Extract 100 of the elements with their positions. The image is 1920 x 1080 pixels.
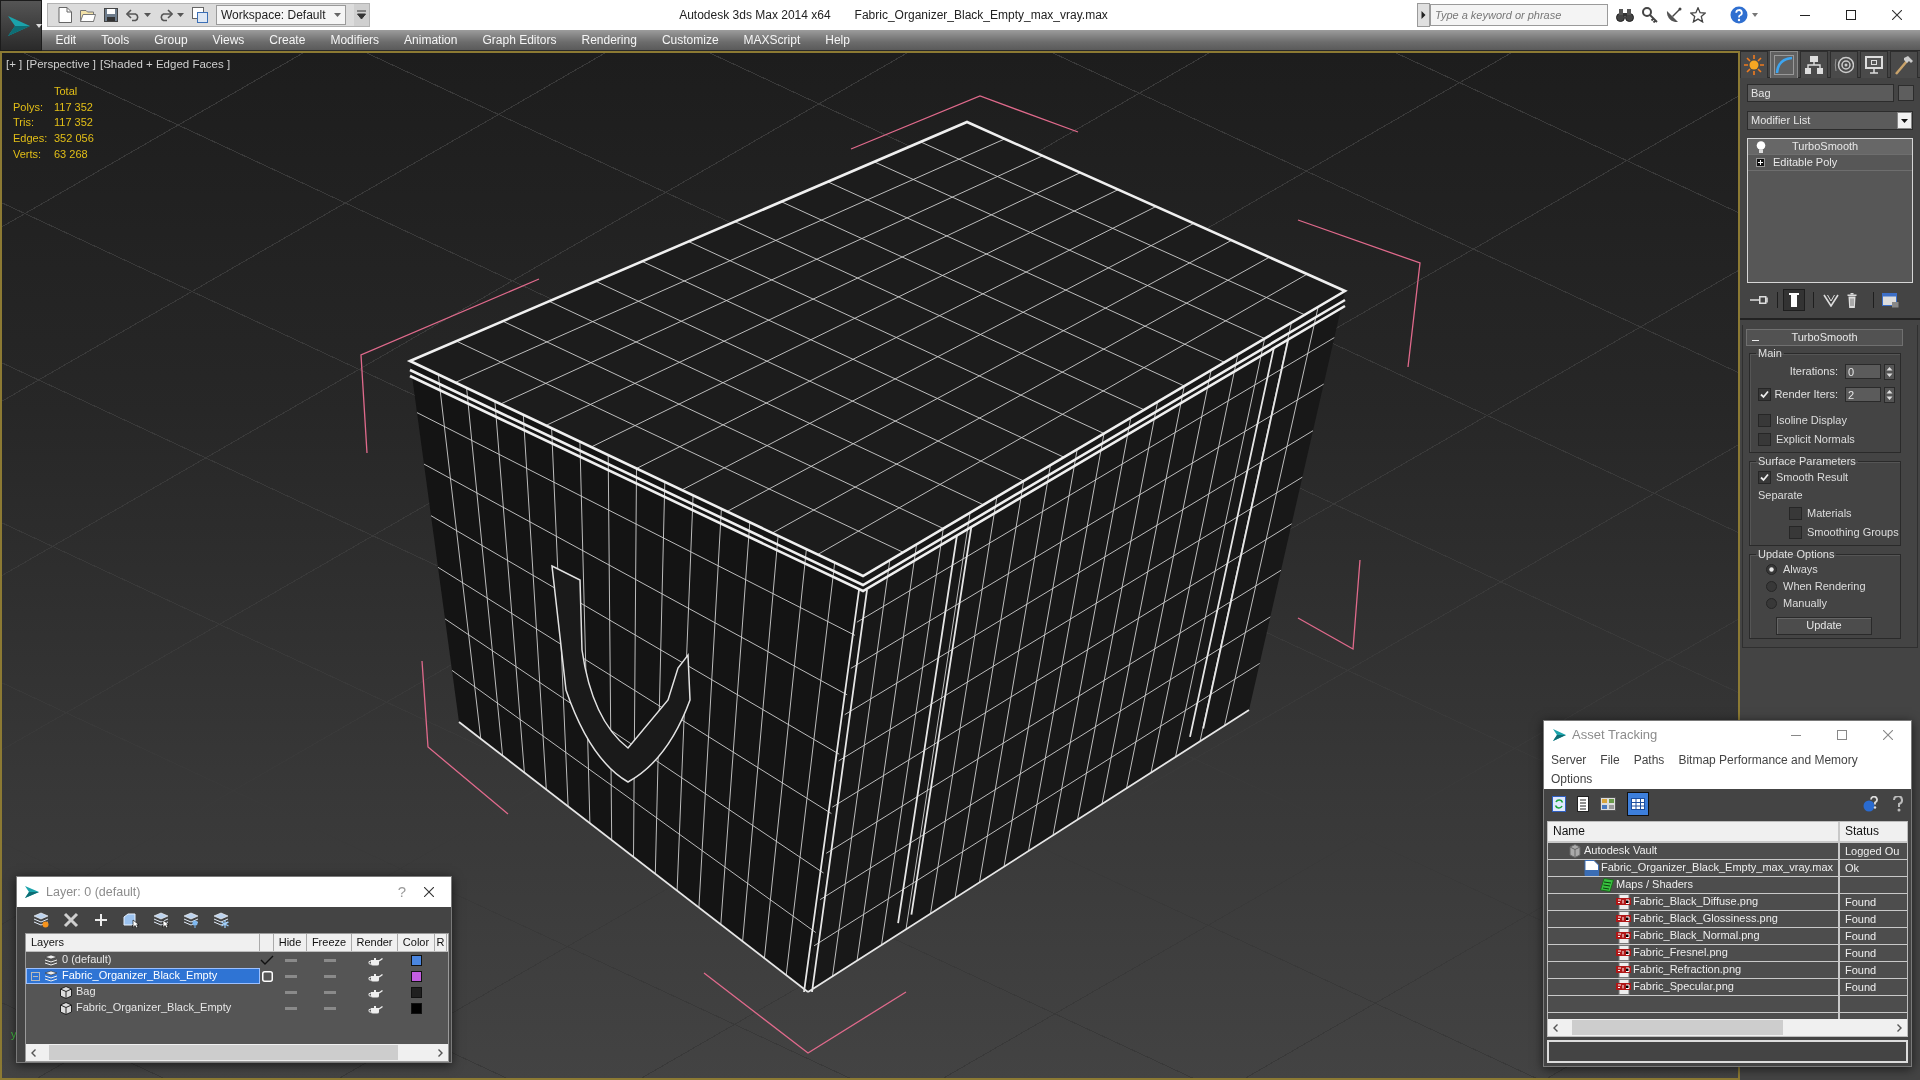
- update-button[interactable]: Update: [1776, 617, 1872, 635]
- undo-icon[interactable]: [126, 8, 140, 22]
- close-icon[interactable]: [424, 887, 434, 897]
- key-icon[interactable]: [1642, 7, 1658, 23]
- menu-item[interactable]: Graph Editors: [469, 30, 569, 50]
- checkbox[interactable]: [1758, 471, 1771, 484]
- tree-item[interactable]: Maps / Shaders: [1548, 877, 1840, 893]
- spinner-arrows-icon[interactable]: [1884, 363, 1895, 380]
- close-icon[interactable]: [1892, 10, 1902, 20]
- redo-icon[interactable]: [159, 8, 173, 22]
- menu-item[interactable]: Customize: [649, 30, 732, 50]
- tree-item[interactable]: Fabric_Fresnel.png: [1548, 945, 1840, 961]
- checkbox[interactable]: [1758, 414, 1771, 427]
- maximize-icon[interactable]: [1846, 10, 1856, 20]
- caret-icon[interactable]: [177, 13, 184, 17]
- menu-item[interactable]: Options: [1551, 771, 1593, 788]
- help-icon[interactable]: [1890, 796, 1906, 812]
- cube-cursor-icon[interactable]: [123, 912, 139, 928]
- menu-item[interactable]: Views: [200, 30, 257, 50]
- column-header[interactable]: Status: [1840, 822, 1880, 841]
- panel-tab[interactable]: [1740, 51, 1768, 78]
- modifier-list-dropdown[interactable]: Modifier List: [1747, 111, 1913, 130]
- star-icon[interactable]: [1690, 7, 1706, 23]
- scroll-right-icon[interactable]: [1897, 1023, 1902, 1032]
- pillar-icon[interactable]: [1783, 289, 1805, 311]
- tree-item[interactable]: Fabric_Black_Diffuse.png: [1548, 894, 1840, 910]
- window-icon[interactable]: [1882, 292, 1899, 308]
- object-name-field[interactable]: Bag: [1747, 84, 1894, 102]
- column-header[interactable]: Render: [352, 934, 398, 951]
- tree-item[interactable]: Fabric_Black_Normal.png: [1548, 928, 1840, 944]
- layer-item[interactable]: Fabric_Organizer_Black_Empty: [26, 968, 260, 984]
- checkbox[interactable]: [1789, 526, 1802, 539]
- rollout-header[interactable]: TurboSmooth: [1746, 329, 1903, 346]
- tree-item[interactable]: Fabric_Refraction.png: [1548, 962, 1840, 978]
- color-swatch-icon[interactable]: [411, 986, 422, 998]
- refresh-icon[interactable]: [1552, 796, 1566, 812]
- viewport-menu-label[interactable]: [+ ]: [6, 58, 23, 72]
- column-header[interactable]: Name: [1548, 822, 1840, 841]
- radio-button[interactable]: [1766, 564, 1777, 575]
- trash-icon[interactable]: [1847, 292, 1857, 308]
- layers-badge-icon[interactable]: [33, 912, 49, 928]
- satellite-dish-icon[interactable]: [1666, 7, 1682, 23]
- scroll-left-icon[interactable]: [31, 1048, 36, 1057]
- viewport-menu-label[interactable]: [Shaded + Edged Faces ]: [100, 58, 231, 72]
- layer-item[interactable]: Bag: [26, 984, 260, 1000]
- save-icon[interactable]: [104, 8, 118, 22]
- double-chevron-icon[interactable]: [1823, 293, 1839, 307]
- scrollbar-thumb[interactable]: [49, 1045, 398, 1060]
- menu-item[interactable]: Animation: [391, 30, 470, 50]
- color-swatch-icon[interactable]: [411, 1002, 422, 1014]
- scroll-right-icon[interactable]: [438, 1048, 443, 1057]
- menu-item[interactable]: Bitmap Performance and Memory: [1678, 752, 1858, 769]
- horizontal-scrollbar[interactable]: [1548, 1019, 1907, 1036]
- pin-icon[interactable]: [1750, 296, 1768, 304]
- panel-tab[interactable]: [1800, 51, 1828, 78]
- thumbnails-icon[interactable]: [1600, 797, 1616, 811]
- panel-tab[interactable]: [1890, 51, 1918, 78]
- caret-icon[interactable]: [1752, 13, 1758, 17]
- menu-item[interactable]: Edit: [43, 30, 89, 50]
- application-button[interactable]: [0, 0, 42, 51]
- modifier-stack-item[interactable]: TurboSmooth: [1748, 139, 1912, 155]
- plus-icon[interactable]: [93, 912, 109, 928]
- column-header[interactable]: Color: [398, 934, 435, 951]
- viewport-menu-label[interactable]: [Perspective ]: [26, 58, 96, 72]
- help-globe-icon[interactable]: [1863, 796, 1879, 812]
- column-header[interactable]: R: [435, 934, 447, 951]
- tree-item[interactable]: Fabric_Organizer_Black_Empty_max_vray.max: [1548, 860, 1840, 876]
- table-icon[interactable]: [1627, 792, 1649, 816]
- collapse-icon[interactable]: [1752, 337, 1759, 344]
- spinner-field[interactable]: 2: [1845, 387, 1881, 402]
- layers-snowflake-icon[interactable]: [213, 912, 229, 928]
- help-icon[interactable]: [1730, 6, 1748, 24]
- scroll-left-icon[interactable]: [1553, 1023, 1558, 1032]
- layer-item[interactable]: Fabric_Organizer_Black_Empty: [26, 1000, 260, 1016]
- menu-item[interactable]: File: [1600, 752, 1620, 769]
- modifier-stack-item[interactable]: Editable Poly: [1748, 155, 1912, 171]
- checkbox[interactable]: [1758, 433, 1771, 446]
- radio-button[interactable]: [1766, 598, 1777, 609]
- layer-item[interactable]: 0 (default): [26, 952, 260, 968]
- radio-button[interactable]: [1766, 581, 1777, 592]
- menu-item[interactable]: MAXScript: [731, 30, 813, 50]
- expand-icon[interactable]: [1756, 158, 1765, 167]
- panel-tab[interactable]: [1860, 51, 1888, 78]
- caret-icon[interactable]: [144, 13, 151, 17]
- menu-item[interactable]: Server: [1551, 752, 1587, 769]
- layers-pin-icon[interactable]: [183, 912, 199, 928]
- menu-item[interactable]: Rendering: [569, 30, 650, 50]
- spinner-arrows-icon[interactable]: [1884, 386, 1895, 403]
- menu-item[interactable]: Paths: [1633, 752, 1665, 769]
- tree-item[interactable]: Fabric_Specular.png: [1548, 979, 1840, 995]
- column-header[interactable]: Hide: [274, 934, 307, 951]
- panel-tab[interactable]: [1830, 51, 1858, 78]
- horizontal-scrollbar[interactable]: [26, 1044, 448, 1061]
- list-icon[interactable]: [1577, 796, 1589, 812]
- scrollbar-thumb[interactable]: [1572, 1020, 1783, 1035]
- color-swatch-icon[interactable]: [411, 970, 422, 982]
- menu-item[interactable]: Group: [141, 30, 201, 50]
- tree-item[interactable]: Autodesk Vault: [1548, 843, 1840, 859]
- lightbulb-icon[interactable]: [1756, 140, 1766, 153]
- column-header[interactable]: Freeze: [307, 934, 352, 951]
